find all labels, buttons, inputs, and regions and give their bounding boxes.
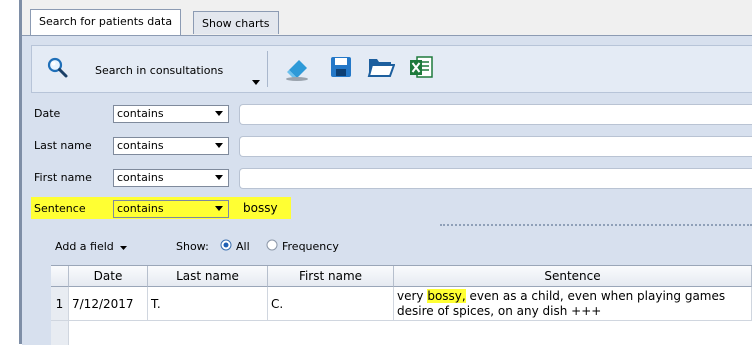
last-name-operator-value: contains (117, 139, 164, 152)
tab-search-patients[interactable]: Search for patients data (30, 9, 182, 36)
tab-strip: Search for patients data Show charts (22, 0, 752, 36)
sentence-line-1: very bossy, even as a child, even when p… (397, 289, 751, 304)
excel-icon[interactable] (408, 54, 434, 80)
last-name-value-field[interactable] (239, 136, 752, 157)
radio-frequency-label: Frequency (282, 240, 339, 253)
add-field-label: Add a field (55, 240, 114, 253)
cell-last-name[interactable]: T. (148, 287, 268, 321)
radio-all-label: All (236, 240, 250, 253)
row-number-header (51, 266, 69, 287)
cell-sentence[interactable]: very bossy, even as a child, even when p… (394, 287, 752, 321)
add-field-button[interactable]: Add a field (55, 240, 128, 253)
splitter-handle[interactable] (440, 224, 752, 226)
sentence-line-2: desire of spices, on any dish +++ (397, 304, 602, 318)
chevron-down-icon (215, 111, 223, 116)
show-label: Show: (176, 240, 209, 253)
date-operator-select[interactable]: contains (113, 105, 229, 123)
chevron-down-icon (215, 206, 223, 211)
column-header-date[interactable]: Date (69, 266, 148, 287)
column-header-sentence[interactable]: Sentence (394, 266, 752, 287)
cell-date[interactable]: 7/12/2017 (69, 287, 148, 321)
row-number: 1 (51, 287, 69, 321)
sentence-value-field[interactable]: bossy (243, 201, 278, 215)
filter-label-first-name: First name (34, 171, 92, 184)
save-icon[interactable] (329, 55, 353, 79)
radio-frequency[interactable] (266, 239, 278, 251)
column-header-first-name[interactable]: First name (268, 266, 394, 287)
sentence-text-pre: very (397, 289, 428, 303)
open-folder-icon[interactable] (367, 55, 396, 79)
date-operator-value: contains (117, 107, 164, 120)
eraser-icon[interactable] (283, 54, 311, 82)
sentence-match-highlight: bossy, (427, 289, 466, 303)
cell-first-name[interactable]: C. (268, 287, 394, 321)
filter-label-date: Date (34, 107, 61, 120)
sentence-operator-select[interactable]: contains (113, 200, 229, 218)
first-name-operator-select[interactable]: contains (113, 169, 229, 187)
date-value-field[interactable] (239, 104, 752, 125)
chevron-down-icon (120, 246, 128, 250)
dropdown-chevron-icon[interactable] (252, 76, 260, 85)
chevron-down-icon (215, 143, 223, 148)
last-name-operator-select[interactable]: contains (113, 137, 229, 155)
empty-row-number (51, 321, 69, 345)
tab-show-charts[interactable]: Show charts (193, 11, 279, 34)
chevron-down-icon (215, 175, 223, 180)
column-header-last-name[interactable]: Last name (148, 266, 268, 287)
filter-label-sentence: Sentence (34, 202, 86, 215)
magnifier-icon[interactable] (46, 56, 70, 80)
first-name-value-field[interactable] (239, 168, 752, 189)
first-name-operator-value: contains (117, 171, 164, 184)
sentence-text-post: even as a child, even when playing games (465, 289, 726, 303)
toolbar: Search in consultations (31, 45, 752, 93)
search-in-consultations-button[interactable]: Search in consultations (95, 64, 223, 77)
sentence-operator-value: contains (117, 202, 164, 215)
sentence-value-text: bossy (243, 201, 278, 215)
filter-label-last-name: Last name (34, 139, 92, 152)
radio-all[interactable] (220, 239, 232, 251)
toolbar-separator (267, 51, 268, 87)
results-table: Date Last name First name Sentence 1 7/1… (51, 265, 752, 345)
